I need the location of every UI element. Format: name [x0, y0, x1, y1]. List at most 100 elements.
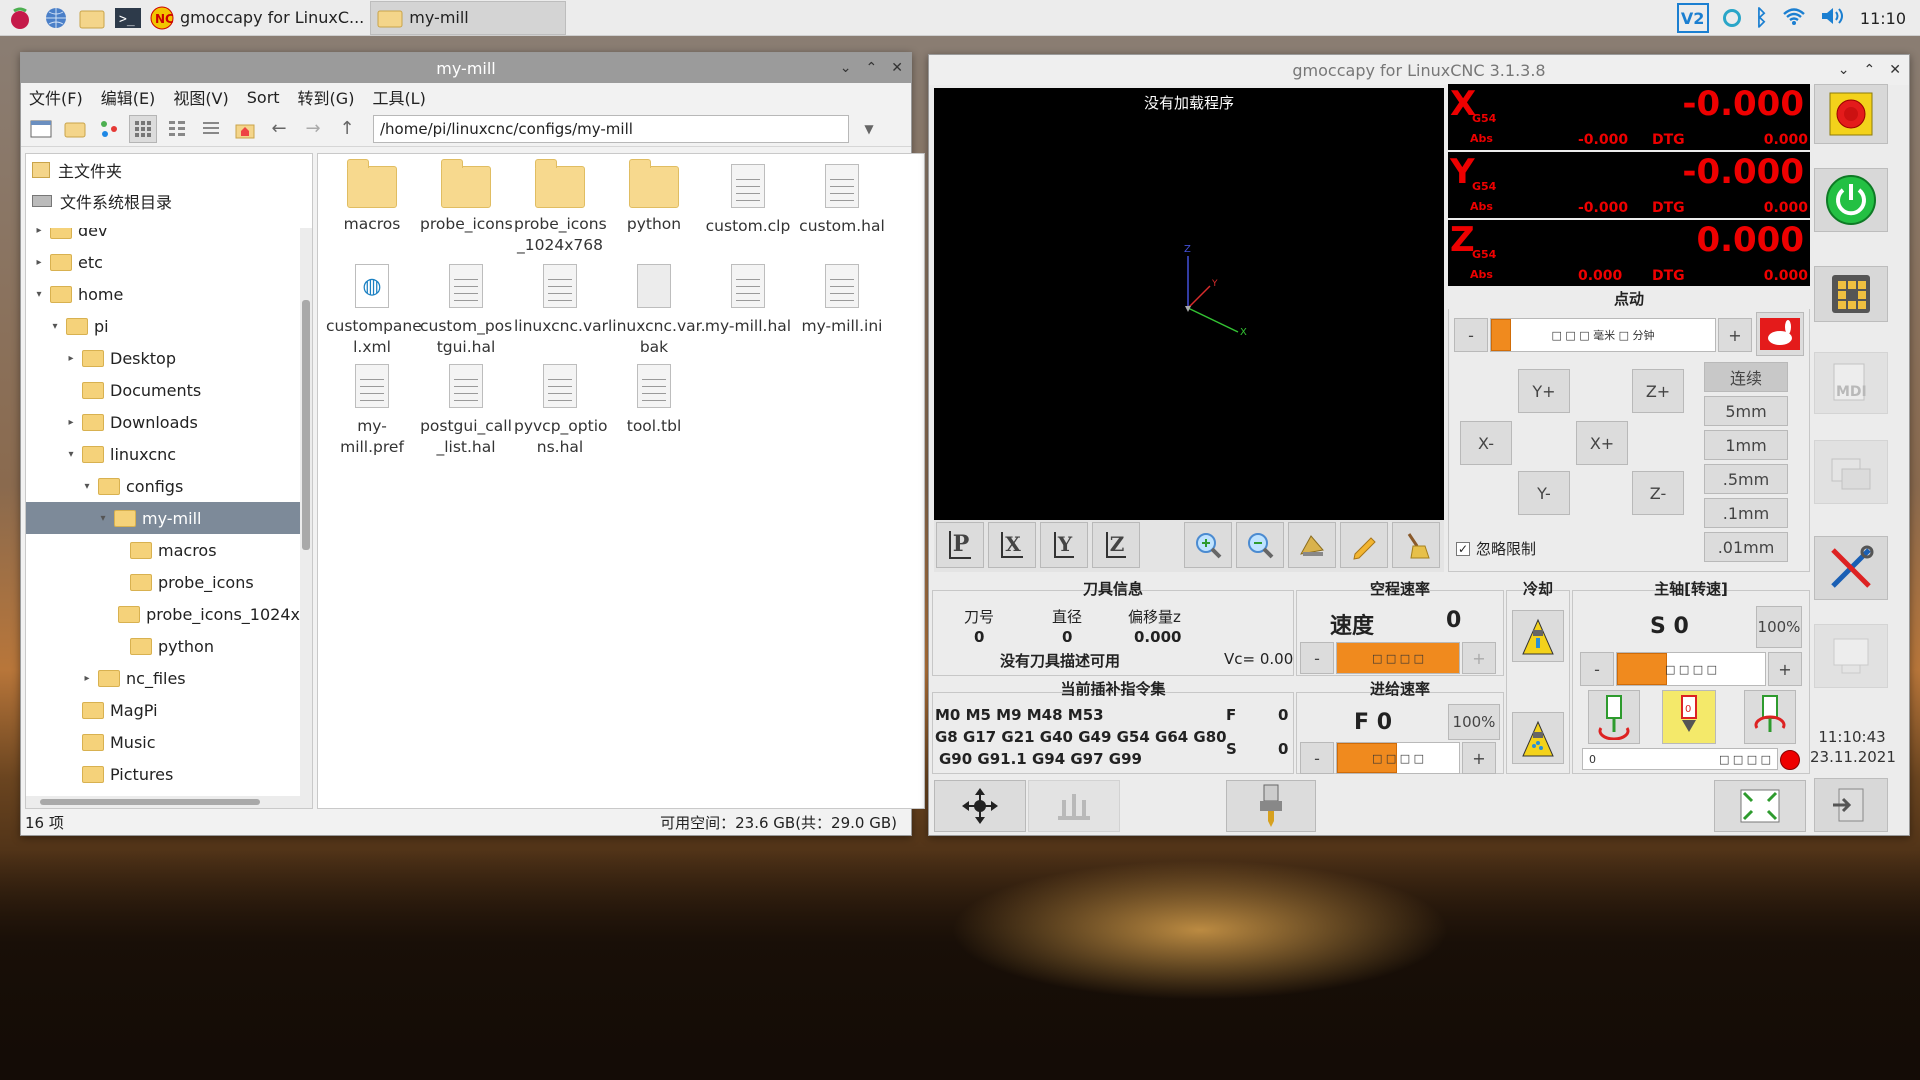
file-item[interactable]: my-mill.pref — [326, 358, 418, 458]
file-item[interactable]: custom.clp — [702, 158, 794, 237]
fullscreen-preview-button[interactable] — [1714, 780, 1806, 832]
minimize-icon[interactable]: ⌄ — [840, 60, 852, 76]
task-my-mill[interactable]: my-mill — [370, 0, 567, 35]
spindle-cw-button[interactable] — [1744, 690, 1796, 744]
tree-item[interactable]: ▸ etc — [26, 246, 300, 278]
settings-button[interactable] — [1814, 536, 1888, 600]
path-dropdown-icon[interactable]: ▼ — [855, 115, 883, 143]
jog-increment-button[interactable]: .01mm — [1704, 532, 1788, 562]
up-icon[interactable]: ↑ — [333, 115, 361, 143]
back-icon[interactable]: ← — [265, 115, 293, 143]
expander-icon[interactable]: ▸ — [80, 673, 94, 684]
jog-y-minus-button[interactable]: Y- — [1518, 471, 1570, 515]
user-tab-button[interactable] — [1814, 624, 1888, 688]
gmoccapy-titlebar[interactable]: gmoccapy for LinuxCNC 3.1.3.8 ⌄ ⌃ ✕ — [929, 55, 1909, 85]
file-manager-titlebar[interactable]: my-mill ⌄ ⌃ ✕ — [21, 53, 911, 83]
tree-item[interactable]: probe_icons_1024x — [26, 598, 300, 630]
close-icon[interactable]: ✕ — [891, 60, 903, 76]
machine-power-button[interactable] — [1814, 168, 1888, 232]
zoom-in-icon[interactable] — [1184, 522, 1232, 568]
rapid-minus-button[interactable]: - — [1300, 642, 1334, 674]
tree-item[interactable]: Music — [26, 726, 300, 758]
spindle-reset-button[interactable]: 100% — [1756, 606, 1802, 648]
tree-item[interactable]: python — [26, 630, 300, 662]
browser-icon[interactable] — [40, 2, 72, 34]
feed-reset-button[interactable]: 100% — [1448, 704, 1500, 740]
icon-view-icon[interactable] — [129, 114, 157, 143]
tool-change-button[interactable] — [1226, 780, 1316, 832]
menu-sort[interactable]: Sort — [247, 88, 280, 107]
file-item[interactable]: macros — [326, 158, 418, 235]
view-x-button[interactable]: X — [988, 522, 1036, 568]
menu-go[interactable]: 转到(G) — [298, 85, 355, 109]
wifi-icon[interactable] — [1782, 6, 1806, 30]
task-gmoccapy[interactable]: NC gmoccapy for LinuxC... — [144, 1, 370, 35]
expander-icon[interactable]: ▾ — [80, 481, 94, 492]
file-item[interactable]: postgui_call _list.hal — [420, 358, 512, 458]
new-window-icon[interactable] — [27, 115, 55, 143]
menu-view[interactable]: 视图(V) — [173, 85, 228, 109]
expander-icon[interactable]: ▾ — [64, 449, 78, 460]
vnc-icon[interactable]: V2 — [1676, 3, 1709, 33]
tree-vertical-scrollbar[interactable] — [300, 228, 312, 796]
new-folder-icon[interactable] — [61, 115, 89, 143]
expander-icon[interactable]: ▸ — [64, 353, 78, 364]
maximize-icon[interactable]: ⌃ — [866, 60, 878, 76]
manual-mode-button[interactable] — [1814, 266, 1888, 322]
list-view-icon[interactable] — [197, 115, 225, 143]
flood-coolant-button[interactable] — [1512, 610, 1564, 662]
expander-icon[interactable]: ▸ — [64, 417, 78, 428]
dro-axis-x[interactable]: X G54 Abs -0.000 -0.000 DTG 0.000 — [1448, 84, 1810, 150]
jog-increment-button[interactable]: 1mm — [1704, 430, 1788, 460]
bluetooth-icon[interactable]: ᛒ — [1755, 6, 1768, 31]
rapid-slider[interactable]: □ □ □ □ — [1336, 642, 1460, 674]
tree-item[interactable]: ▾ configs — [26, 470, 300, 502]
spindle-ccw-button[interactable] — [1588, 690, 1640, 744]
expander-icon[interactable]: ▾ — [32, 289, 46, 300]
zoom-out-icon[interactable] — [1236, 522, 1284, 568]
mdi-mode-button[interactable]: MDI — [1814, 352, 1888, 414]
auto-mode-button[interactable] — [1814, 440, 1888, 504]
tree-item[interactable]: ▾ home — [26, 278, 300, 310]
file-item[interactable]: probe_icons _1024x768 — [514, 158, 607, 256]
update-icon[interactable] — [1722, 9, 1741, 27]
rapid-plus-button[interactable]: + — [1462, 642, 1496, 674]
spindle-plus-button[interactable]: + — [1768, 652, 1802, 686]
taskbar-clock[interactable]: 11:10 — [1860, 9, 1906, 28]
file-item[interactable]: my-mill.ini — [796, 258, 888, 337]
file-item[interactable]: linuxcnc.var — [514, 258, 608, 337]
file-item[interactable]: linuxcnc.var. bak — [608, 258, 706, 358]
home-icon[interactable] — [231, 115, 259, 143]
file-item[interactable]: probe_icons — [420, 158, 513, 235]
jog-speed-slider[interactable]: □ □ □ 毫米 □ 分钟 — [1490, 318, 1716, 352]
home-axes-button[interactable] — [934, 780, 1026, 832]
compact-view-icon[interactable] — [163, 115, 191, 143]
file-manager-icon[interactable] — [76, 2, 108, 34]
menu-tools[interactable]: 工具(L) — [372, 85, 425, 109]
jog-z-plus-button[interactable]: Z+ — [1632, 369, 1684, 413]
view-y-button[interactable]: Y — [1040, 522, 1088, 568]
file-item[interactable]: pyvcp_optio ns.hal — [514, 358, 607, 458]
file-item[interactable]: tool.tbl — [608, 358, 700, 437]
jog-x-minus-button[interactable]: X- — [1460, 421, 1512, 465]
emergency-stop-button[interactable] — [1814, 84, 1888, 144]
jog-increment-button[interactable]: 5mm — [1704, 396, 1788, 426]
edit-pencil-icon[interactable] — [1340, 522, 1388, 568]
tree-item[interactable]: ▾ pi — [26, 310, 300, 342]
expander-icon[interactable]: ▸ — [32, 228, 46, 236]
tree-item[interactable]: probe_icons — [26, 566, 300, 598]
ignore-limits-checkbox[interactable]: ✓ 忽略限制 — [1456, 538, 1536, 559]
jog-increment-button[interactable]: 连续 — [1704, 362, 1788, 392]
place-home[interactable]: 主文件夹 — [26, 154, 312, 185]
sort-icon[interactable] — [95, 115, 123, 143]
view-z-button[interactable]: Z — [1092, 522, 1140, 568]
spindle-minus-button[interactable]: - — [1580, 652, 1614, 686]
tree-item[interactable]: Pictures — [26, 758, 300, 790]
expander-icon[interactable]: ▾ — [48, 321, 62, 332]
forward-icon[interactable]: → — [299, 115, 327, 143]
minimize-icon[interactable]: ⌄ — [1838, 62, 1850, 78]
tree-item[interactable]: Documents — [26, 374, 300, 406]
menu-edit[interactable]: 编辑(E) — [101, 85, 156, 109]
exit-button[interactable] — [1814, 778, 1888, 832]
spindle-stop-button[interactable]: 0 — [1662, 690, 1716, 744]
